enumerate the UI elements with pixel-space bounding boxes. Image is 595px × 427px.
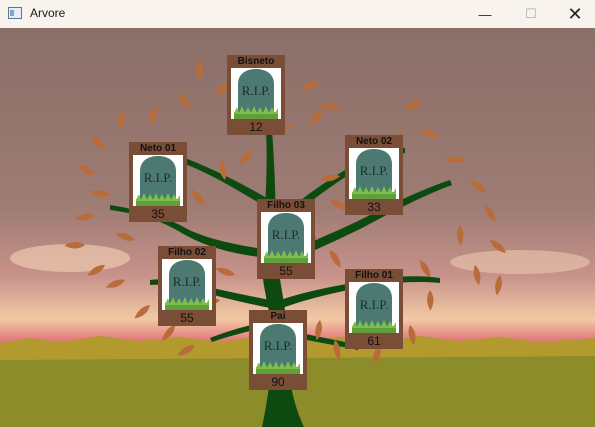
member-card-filho-03[interactable]: Filho 03 R.I.P. 55 xyxy=(257,199,315,279)
member-age: 55 xyxy=(180,311,194,325)
app-window-icon xyxy=(8,7,22,19)
svg-text:R.I.P.: R.I.P. xyxy=(360,163,389,178)
member-age: 12 xyxy=(249,120,263,134)
svg-text:R.I.P.: R.I.P. xyxy=(144,170,173,185)
title-bar[interactable]: Arvore — ☐ ✕ xyxy=(0,0,595,28)
member-card-neto-02[interactable]: Neto 02 R.I.P. 33 xyxy=(345,135,403,215)
member-card-bisneto[interactable]: Bisneto R.I.P. 12 xyxy=(227,55,285,135)
member-age: 55 xyxy=(279,264,293,278)
window-title: Arvore xyxy=(30,6,66,20)
member-name: Neto 01 xyxy=(139,143,177,154)
member-name: Filho 02 xyxy=(168,247,206,258)
close-button[interactable]: ✕ xyxy=(552,0,595,28)
maximize-button[interactable]: ☐ xyxy=(508,0,554,28)
member-name: Neto 02 xyxy=(355,136,393,147)
tombstone-icon: R.I.P. xyxy=(349,148,399,199)
svg-text:R.I.P.: R.I.P. xyxy=(272,227,301,242)
tombstone-icon: R.I.P. xyxy=(133,155,183,206)
svg-text:R.I.P.: R.I.P. xyxy=(264,338,293,353)
member-age: 61 xyxy=(367,334,381,348)
svg-text:R.I.P.: R.I.P. xyxy=(173,274,202,289)
tombstone-icon: R.I.P. xyxy=(162,259,212,310)
member-card-pai[interactable]: Pai R.I.P. 90 xyxy=(249,310,307,390)
tombstone-icon: R.I.P. xyxy=(231,68,281,119)
member-card-neto-01[interactable]: Neto 01 R.I.P. 35 xyxy=(129,142,187,222)
member-age: 35 xyxy=(151,207,165,221)
app-window: Arvore — ☐ ✕ Bisneto R.I.P. 12 Neto 01 R… xyxy=(0,0,595,427)
svg-text:R.I.P.: R.I.P. xyxy=(360,297,389,312)
tombstone-icon: R.I.P. xyxy=(349,282,399,333)
minimize-button[interactable]: — xyxy=(462,0,508,28)
member-name: Bisneto xyxy=(237,56,275,67)
member-age: 90 xyxy=(271,375,285,389)
member-name: Filho 01 xyxy=(355,270,393,281)
member-name: Pai xyxy=(270,311,286,322)
tree-scene: Bisneto R.I.P. 12 Neto 01 R.I.P. 35 Neto… xyxy=(0,28,595,427)
member-age: 33 xyxy=(367,200,381,214)
svg-text:R.I.P.: R.I.P. xyxy=(242,83,271,98)
member-name: Filho 03 xyxy=(267,200,305,211)
tombstone-icon: R.I.P. xyxy=(261,212,311,263)
member-card-filho-02[interactable]: Filho 02 R.I.P. 55 xyxy=(158,246,216,326)
tombstone-icon: R.I.P. xyxy=(253,323,303,374)
member-card-filho-01[interactable]: Filho 01 R.I.P. 61 xyxy=(345,269,403,349)
